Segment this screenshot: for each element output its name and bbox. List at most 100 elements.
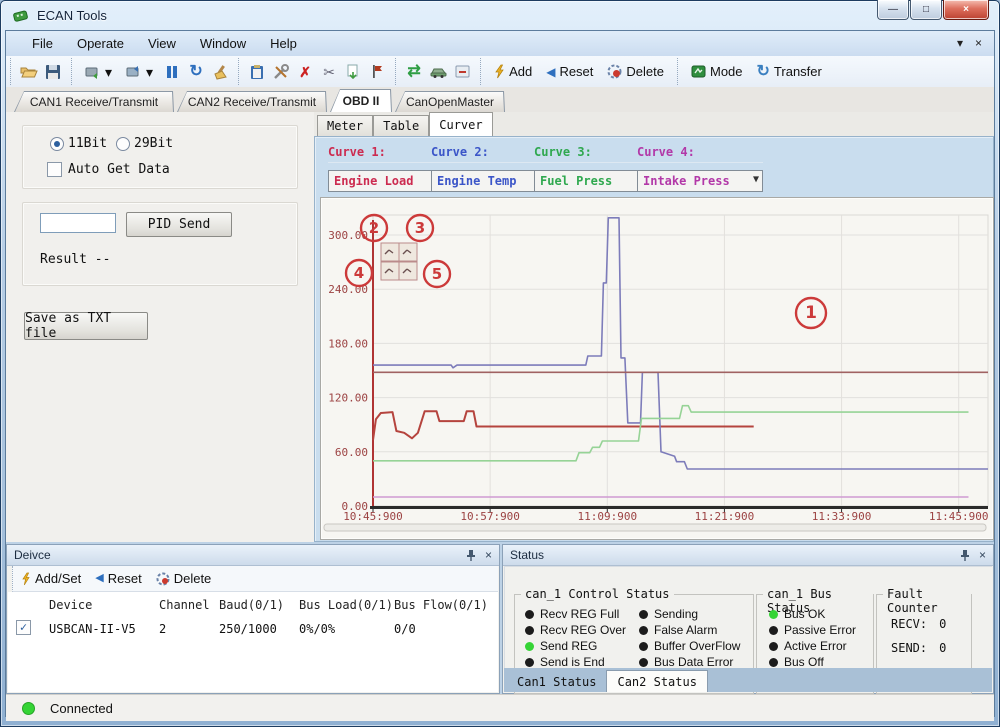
mode-chip-icon: [691, 65, 706, 78]
device-cell-channel: 2: [159, 622, 166, 636]
window-title: ECAN Tools: [37, 8, 107, 23]
svg-text:11:09:900: 11:09:900: [577, 510, 637, 523]
maximize-button[interactable]: □: [910, 0, 942, 20]
tab-can2-receive-transmit[interactable]: CAN2 Receive/Transmit: [177, 91, 327, 112]
tab-overflow-icon[interactable]: ▾: [957, 36, 963, 50]
add-button[interactable]: Add: [487, 60, 539, 84]
clear-button[interactable]: [208, 60, 232, 84]
curve-selector-4: Curve 4:Intake Press▼: [637, 145, 763, 192]
curve-combo-value: Engine Temp: [437, 174, 516, 188]
led-icon: [769, 626, 778, 635]
curve-pad-button[interactable]: [381, 262, 399, 280]
svg-text:11:33:900: 11:33:900: [812, 510, 872, 523]
radio-11bit-label: 11Bit: [68, 136, 107, 151]
collapse-button[interactable]: [450, 60, 474, 84]
delete-button[interactable]: Delete: [600, 60, 671, 84]
led-icon: [639, 610, 648, 619]
collapse-icon: [455, 65, 470, 78]
device-reset-label: Reset: [108, 571, 142, 586]
tab-obd-ii[interactable]: OBD II: [330, 89, 392, 112]
pin-icon[interactable]: [465, 549, 476, 561]
cut-button[interactable]: ✂: [317, 60, 341, 84]
refresh-button[interactable]: ↻: [184, 60, 208, 84]
reset-arrow-icon: ◀: [95, 573, 103, 584]
status-item-recv-reg-over: Recv REG Over: [525, 623, 626, 637]
curve-combo-4[interactable]: Intake Press▼: [637, 170, 763, 192]
tools-button[interactable]: [269, 60, 293, 84]
subtab-curver[interactable]: Curver: [429, 112, 492, 136]
device-row-checkbox[interactable]: ✓: [16, 620, 31, 635]
mode-button[interactable]: Mode: [684, 60, 750, 84]
curve-pad-button[interactable]: [381, 243, 399, 261]
status-item-bus-data-error: Bus Data Error: [639, 655, 733, 669]
status-item-label: Bus OK: [784, 607, 825, 621]
column-header-baud-0-1: Baud(0/1): [219, 598, 284, 612]
status-tab-bar: Can1 StatusCan2 Status: [504, 668, 992, 692]
menu-file[interactable]: File: [20, 33, 65, 54]
client-area: FileOperateViewWindowHelp: [5, 30, 995, 717]
svg-text:180.00: 180.00: [328, 337, 368, 350]
radio-11bit[interactable]: [50, 137, 64, 151]
save-txt-button[interactable]: Save as TXT file: [24, 312, 148, 340]
pid-send-button[interactable]: PID Send: [126, 212, 232, 237]
pid-input[interactable]: [40, 213, 116, 233]
subtab-table[interactable]: Table: [373, 115, 429, 136]
auto-get-data-checkbox[interactable]: [47, 162, 62, 177]
pause-button[interactable]: [160, 60, 184, 84]
curver-page: Curve 1:Engine Load▼Curve 2:Engine Temp▼…: [314, 136, 994, 542]
menu-help[interactable]: Help: [258, 33, 309, 54]
device-panel-close-icon[interactable]: ×: [485, 548, 492, 562]
device-addset-button[interactable]: Add/Set: [21, 571, 81, 586]
tab-close-icon[interactable]: ×: [975, 36, 982, 50]
status-panel-close-icon[interactable]: ×: [979, 548, 986, 562]
copy-down-button[interactable]: [341, 60, 365, 84]
device-toolbar: Add/Set ◀ Reset Delete: [12, 566, 498, 592]
save-button[interactable]: [41, 60, 65, 84]
tab-canopenmaster[interactable]: CanOpenMaster: [395, 91, 505, 112]
menu-view[interactable]: View: [136, 33, 188, 54]
device-reset-button[interactable]: ◀ Reset: [95, 571, 141, 586]
device-delete-button[interactable]: Delete: [156, 571, 212, 586]
delete-x-button[interactable]: ✗: [293, 60, 317, 84]
obd-subtab-bar: MeterTableCurver: [314, 112, 994, 136]
curve-pad-button[interactable]: [399, 243, 417, 261]
subtab-meter[interactable]: Meter: [317, 115, 373, 136]
status-item-buffer-overflow: Buffer OverFlow: [639, 639, 740, 653]
reset-button[interactable]: ◀ Reset: [539, 60, 600, 84]
statustab-can1-status[interactable]: Can1 Status: [507, 671, 606, 692]
app-window: ECAN Tools —□× FileOperateViewWindowHelp: [0, 0, 1000, 727]
page-arrow-icon: [346, 64, 360, 79]
status-item-label: Buffer OverFlow: [654, 639, 740, 653]
device-connect-icon: [85, 65, 101, 79]
device-table: DeviceChannelBaud(0/1)Bus Load(0/1)Bus F…: [8, 592, 498, 692]
car-icon: [430, 66, 447, 78]
radio-29bit[interactable]: [116, 137, 130, 151]
curve-control-pad: [381, 243, 417, 280]
vehicle-button[interactable]: [426, 60, 450, 84]
paste-button[interactable]: [245, 60, 269, 84]
led-icon: [769, 610, 778, 619]
scissors-icon: ✂: [323, 65, 335, 79]
route-button[interactable]: ⇄: [402, 60, 426, 84]
close-button[interactable]: ×: [943, 0, 989, 20]
menu-operate[interactable]: Operate: [65, 33, 136, 54]
connect-device-button[interactable]: ▾: [78, 60, 119, 84]
delete-circle-icon: [607, 64, 622, 79]
statustab-can2-status[interactable]: Can2 Status: [606, 670, 707, 692]
status-panel: Status × can_1 Control StatusRecv REG Fu…: [502, 544, 994, 694]
svg-text:3: 3: [415, 219, 425, 237]
menu-bar: FileOperateViewWindowHelp: [6, 31, 994, 57]
menu-window[interactable]: Window: [188, 33, 258, 54]
minimize-button[interactable]: —: [877, 0, 909, 20]
pin-icon[interactable]: [959, 549, 970, 561]
pid-result-label: Result --: [40, 252, 110, 267]
disconnect-device-button[interactable]: ▾: [119, 60, 160, 84]
flag-button[interactable]: [365, 60, 389, 84]
led-icon: [769, 658, 778, 667]
open-file-button[interactable]: [17, 60, 41, 84]
curve-pad-button[interactable]: [399, 262, 417, 280]
tab-can1-receive-transmit[interactable]: CAN1 Receive/Transmit: [14, 91, 174, 112]
lightning-icon: [21, 572, 31, 586]
status-item-label: Active Error: [784, 639, 847, 653]
transfer-button[interactable]: ↻ Transfer: [750, 60, 829, 84]
